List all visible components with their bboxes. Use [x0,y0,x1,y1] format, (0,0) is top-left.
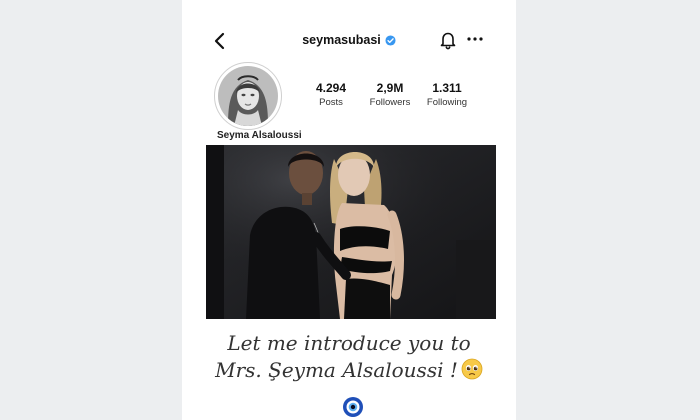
following-count[interactable]: 1.311 Following [417,81,477,108]
caption-line-1: Let me introduce you to [227,331,471,355]
bell-icon [440,32,456,50]
more-icon [467,37,483,41]
caption-line-2-wrap: Mrs. Şeyma Alsaloussi ! [182,357,516,387]
pleading-face-emoji-icon [461,358,483,387]
post-photo[interactable] [206,145,496,319]
avatar-photo [218,66,278,126]
post-caption: Let me introduce you to Mrs. Şeyma Alsal… [182,330,516,387]
profile-username: seymasubasi [302,33,381,47]
followers-count-label: Followers [369,97,411,108]
evil-eye-icon [342,396,364,418]
more-options-button[interactable] [465,31,485,47]
notifications-button[interactable] [439,30,457,50]
verified-badge-icon [385,35,396,49]
following-count-label: Following [426,97,468,108]
following-count-value: 1.311 [432,81,462,95]
followers-count[interactable]: 2,9M Followers [360,81,420,108]
profile-header-bar: seymasubasi [182,28,516,54]
posts-count-value: 4.294 [315,81,347,95]
followers-count-value: 2,9M [376,81,404,95]
profile-full-name: Seyma Alsaloussi [217,130,302,141]
profile-avatar[interactable] [214,62,282,130]
phone-screen: seymasubasi 4.294 Posts 2,9M Followers 1… [182,0,516,420]
posts-count-label: Posts [319,97,343,108]
posts-count[interactable]: 4.294 Posts [301,81,361,108]
caption-line-2: Mrs. Şeyma Alsaloussi ! [215,358,458,382]
